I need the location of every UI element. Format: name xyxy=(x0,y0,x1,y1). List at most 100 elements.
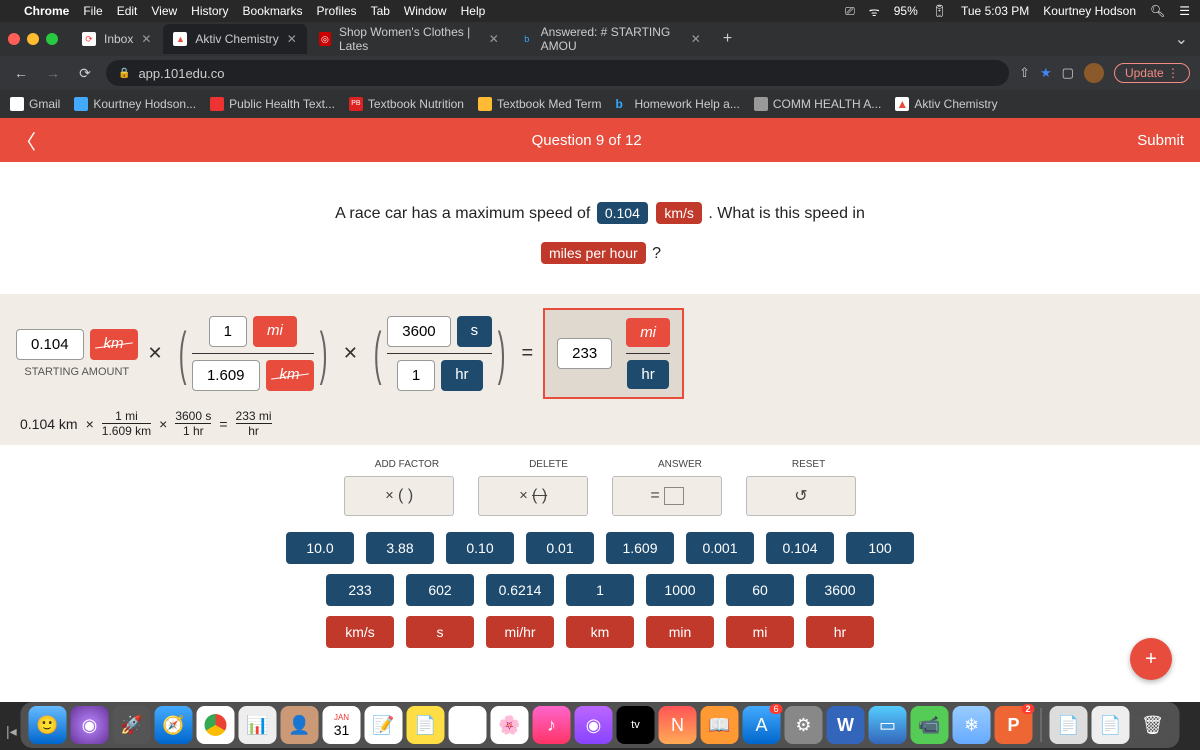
value-button[interactable]: 602 xyxy=(406,574,474,606)
value-button[interactable]: 0.10 xyxy=(446,532,514,564)
value-button[interactable]: 0.001 xyxy=(686,532,754,564)
conversion-factor-1[interactable]: ( 1mi 1.609km ) xyxy=(173,316,333,391)
profile-avatar-icon[interactable] xyxy=(1084,63,1104,83)
new-tab-button[interactable]: + xyxy=(713,30,742,48)
reset-button[interactable]: ↺ xyxy=(746,476,856,516)
forward-button[interactable]: → xyxy=(42,65,64,81)
value-button[interactable]: 0.01 xyxy=(526,532,594,564)
reader-icon[interactable]: ▢ xyxy=(1062,65,1074,81)
calendar-icon[interactable]: JAN31 xyxy=(323,706,361,744)
facetime-icon[interactable]: 📹 xyxy=(911,706,949,744)
unit-button[interactable]: hr xyxy=(806,616,874,648)
menu-window[interactable]: Window xyxy=(404,4,447,18)
bookmark-kourtney[interactable]: Kourtney Hodson... xyxy=(74,97,196,111)
value-button[interactable]: 100 xyxy=(846,532,914,564)
go-to-start-icon[interactable]: |◂ xyxy=(6,723,17,740)
delete-button[interactable]: ✕( ) xyxy=(478,476,588,516)
bookmark-medterm[interactable]: Textbook Med Term xyxy=(478,97,602,111)
menu-history[interactable]: History xyxy=(191,4,228,18)
appletv-icon[interactable]: tv xyxy=(617,706,655,744)
powerpoint-icon[interactable]: P2 xyxy=(995,706,1033,744)
reminders-icon[interactable]: 📝 xyxy=(365,706,403,744)
menubar-app[interactable]: Chrome xyxy=(24,4,69,18)
books-icon[interactable]: 📖 xyxy=(701,706,739,744)
unit-button[interactable]: min xyxy=(646,616,714,648)
maximize-window-icon[interactable] xyxy=(46,33,58,45)
close-tab-icon[interactable]: ✕ xyxy=(489,32,499,46)
close-window-icon[interactable] xyxy=(8,33,20,45)
update-button[interactable]: Update ⋮ xyxy=(1114,63,1190,83)
control-center-icon[interactable]: ☰ xyxy=(1179,4,1190,18)
battery-icon[interactable]: 🔋︎ xyxy=(932,4,947,18)
photos-icon[interactable]: 🌸 xyxy=(491,706,529,744)
menu-bookmarks[interactable]: Bookmarks xyxy=(243,4,303,18)
menu-view[interactable]: View xyxy=(151,4,177,18)
starting-amount[interactable]: 0.104 km STARTING AMOUNT xyxy=(16,329,138,378)
value-button[interactable]: 0.104 xyxy=(766,532,834,564)
bookmark-publichealth[interactable]: Public Health Text... xyxy=(210,97,335,111)
tab-inbox[interactable]: ⟳ Inbox ✕ xyxy=(72,24,161,54)
music-icon[interactable]: ♪ xyxy=(533,706,571,744)
answer-button[interactable]: = xyxy=(612,476,722,516)
safari-icon[interactable]: 🧭 xyxy=(155,706,193,744)
value-button[interactable]: 1000 xyxy=(646,574,714,606)
value-button[interactable]: 233 xyxy=(326,574,394,606)
menu-edit[interactable]: Edit xyxy=(117,4,138,18)
bookmark-homework[interactable]: bHomework Help a... xyxy=(615,97,739,111)
word-icon[interactable]: W xyxy=(827,706,865,744)
unit-button[interactable]: km xyxy=(566,616,634,648)
close-tab-icon[interactable]: ✕ xyxy=(141,32,151,46)
add-factor-button[interactable]: ✕( ) xyxy=(344,476,454,516)
bookmark-star-icon[interactable]: ★ xyxy=(1040,65,1052,81)
clock[interactable]: Tue 5:03 PM xyxy=(961,4,1029,18)
contacts-icon[interactable]: 👤 xyxy=(281,706,319,744)
unit-button[interactable]: km/s xyxy=(326,616,394,648)
launchpad-icon[interactable]: 🚀 xyxy=(113,706,151,744)
value-button[interactable]: 0.6214 xyxy=(486,574,554,606)
value-button[interactable]: 3.88 xyxy=(366,532,434,564)
wifi-icon[interactable]: ᯤ xyxy=(869,3,880,20)
menu-profiles[interactable]: Profiles xyxy=(317,4,357,18)
close-tab-icon[interactable]: ✕ xyxy=(287,32,297,46)
minimize-window-icon[interactable] xyxy=(27,33,39,45)
tab-shop[interactable]: ◎ Shop Women's Clothes | Lates ✕ xyxy=(309,24,509,54)
chevron-down-icon[interactable]: ⌄ xyxy=(1163,29,1200,49)
bookmark-nutrition[interactable]: PBTextbook Nutrition xyxy=(349,97,464,111)
menu-tab[interactable]: Tab xyxy=(371,4,390,18)
chrome-icon[interactable] xyxy=(197,706,235,744)
add-fab-button[interactable]: + xyxy=(1130,638,1172,680)
screenshare-icon[interactable]: ⎚ xyxy=(845,4,855,19)
notes-icon[interactable]: 📄 xyxy=(407,706,445,744)
value-button[interactable]: 1 xyxy=(566,574,634,606)
answer-box[interactable]: 233 mi hr xyxy=(543,308,684,399)
maps-icon[interactable]: 🗺 xyxy=(449,706,487,744)
unit-button[interactable]: s xyxy=(406,616,474,648)
reload-button[interactable]: ⟳ xyxy=(74,65,96,82)
bookmark-aktiv[interactable]: ▲Aktiv Chemistry xyxy=(895,97,997,111)
conversion-factor-2[interactable]: ( 3600s 1hr ) xyxy=(368,316,512,391)
back-chevron-icon[interactable]: 〈 xyxy=(16,126,36,155)
news-icon[interactable]: N xyxy=(659,706,697,744)
share-icon[interactable]: ⇧ xyxy=(1019,65,1030,81)
back-button[interactable]: ← xyxy=(10,65,32,81)
value-button[interactable]: 10.0 xyxy=(286,532,354,564)
unit-button[interactable]: mi/hr xyxy=(486,616,554,648)
submit-button[interactable]: Submit xyxy=(1137,132,1184,149)
tab-answered[interactable]: b Answered: # STARTING AMOU ✕ xyxy=(511,24,711,54)
settings-icon[interactable]: ⚙ xyxy=(785,706,823,744)
tab-aktiv[interactable]: ▲ Aktiv Chemistry ✕ xyxy=(163,24,306,54)
podcasts-icon[interactable]: ◉ xyxy=(575,706,613,744)
finder-icon[interactable]: 🙂 xyxy=(29,706,67,744)
value-button[interactable]: 60 xyxy=(726,574,794,606)
user-name[interactable]: Kourtney Hodson xyxy=(1043,4,1136,18)
unit-button[interactable]: mi xyxy=(726,616,794,648)
bookmark-gmail[interactable]: Gmail xyxy=(10,97,60,111)
value-button[interactable]: 1.609 xyxy=(606,532,674,564)
value-button[interactable]: 3600 xyxy=(806,574,874,606)
appstore-icon[interactable]: A6 xyxy=(743,706,781,744)
close-tab-icon[interactable]: ✕ xyxy=(691,32,701,46)
app-icon[interactable]: ▭ xyxy=(869,706,907,744)
url-input[interactable]: 🔒 app.101edu.co xyxy=(106,60,1009,86)
dock-file-icon[interactable]: 📄 xyxy=(1092,706,1130,744)
menu-file[interactable]: File xyxy=(83,4,102,18)
